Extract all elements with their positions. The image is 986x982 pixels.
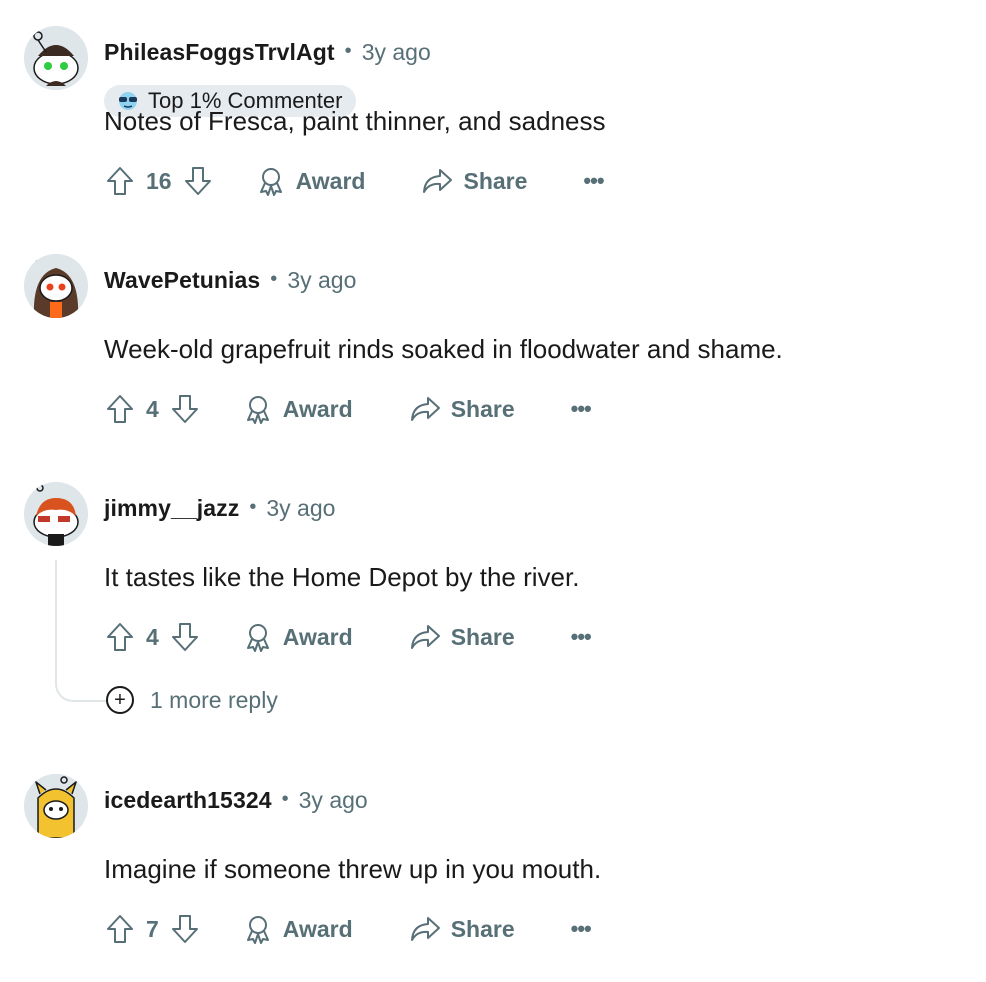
upvote-icon[interactable] [104,911,136,947]
downvote-icon[interactable] [169,619,201,655]
comment-actions: 7 Award Share ••• [104,909,592,949]
award-icon [246,624,269,652]
separator-dot: • [270,268,278,290]
share-label: Share [463,167,528,194]
share-label: Share [450,915,515,942]
username[interactable]: icedearth15324 [104,787,272,814]
separator-dot: • [281,788,289,810]
more-options-button[interactable]: ••• [583,168,604,194]
more-options-button[interactable]: ••• [571,396,592,422]
avatar[interactable] [24,482,88,546]
thread-line[interactable] [55,560,107,702]
timestamp[interactable]: 3y ago [299,787,368,814]
more-options-button[interactable]: ••• [571,624,592,650]
upvote-icon[interactable] [104,391,136,427]
more-options-button[interactable]: ••• [571,916,592,942]
more-replies-label: 1 more reply [150,686,278,713]
comment-text: Notes of Fresca, paint thinner, and sadn… [104,106,606,136]
username[interactable]: WavePetunias [104,267,260,294]
award-button[interactable]: Award [256,166,366,196]
award-icon [246,396,269,424]
downvote-icon[interactable] [169,391,201,427]
timestamp[interactable]: 3y ago [266,495,335,522]
timestamp[interactable]: 3y ago [287,267,356,294]
share-button[interactable]: Share [421,167,527,195]
separator-dot: • [249,496,257,518]
award-icon [246,916,269,944]
downvote-icon[interactable] [182,163,214,199]
comment-text: Week-old grapefruit rinds soaked in floo… [104,334,783,364]
award-label: Award [295,167,366,194]
vote-score: 7 [146,915,159,942]
avatar[interactable] [24,26,88,90]
award-icon [259,168,282,196]
vote-score: 4 [146,395,159,422]
comment-text: Imagine if someone threw up in you mouth… [104,854,602,884]
more-replies-button[interactable]: + 1 more reply [106,686,278,714]
award-label: Award [282,915,353,942]
share-label: Share [450,395,515,422]
share-icon [410,397,440,421]
separator-dot: • [344,40,352,62]
share-label: Share [450,623,515,650]
username[interactable]: PhileasFoggsTrvlAgt [104,39,335,66]
vote-score: 16 [146,167,172,194]
snoo-avatar-icon [24,254,88,318]
comment-header: jimmy__jazz • 3y ago [104,495,335,522]
snoo-avatar-icon [24,774,88,838]
upvote-icon[interactable] [104,163,136,199]
award-button[interactable]: Award [243,394,353,424]
award-label: Award [282,623,353,650]
downvote-icon[interactable] [169,911,201,947]
share-icon [410,625,440,649]
comment-header: icedearth15324 • 3y ago [104,787,368,814]
timestamp[interactable]: 3y ago [362,39,431,66]
comment-actions: 16 Award Share ••• [104,161,605,201]
comment-text: It tastes like the Home Depot by the riv… [104,562,580,592]
username[interactable]: jimmy__jazz [104,495,239,522]
award-label: Award [282,395,353,422]
snoo-avatar-icon [24,482,88,546]
award-button[interactable]: Award [243,622,353,652]
plus-circle-icon: + [106,686,134,714]
comment-header: PhileasFoggsTrvlAgt • 3y ago [104,39,431,66]
comment-header: WavePetunias • 3y ago [104,267,356,294]
award-button[interactable]: Award [243,914,353,944]
snoo-avatar-icon [24,26,88,90]
share-icon [423,169,453,193]
comment-actions: 4 Award Share ••• [104,389,592,429]
share-button[interactable]: Share [409,395,515,423]
upvote-icon[interactable] [104,619,136,655]
comment-actions: 4 Award Share ••• [104,617,592,657]
avatar[interactable] [24,254,88,318]
vote-score: 4 [146,623,159,650]
share-icon [410,917,440,941]
share-button[interactable]: Share [409,623,515,651]
share-button[interactable]: Share [409,915,515,943]
avatar[interactable] [24,774,88,838]
